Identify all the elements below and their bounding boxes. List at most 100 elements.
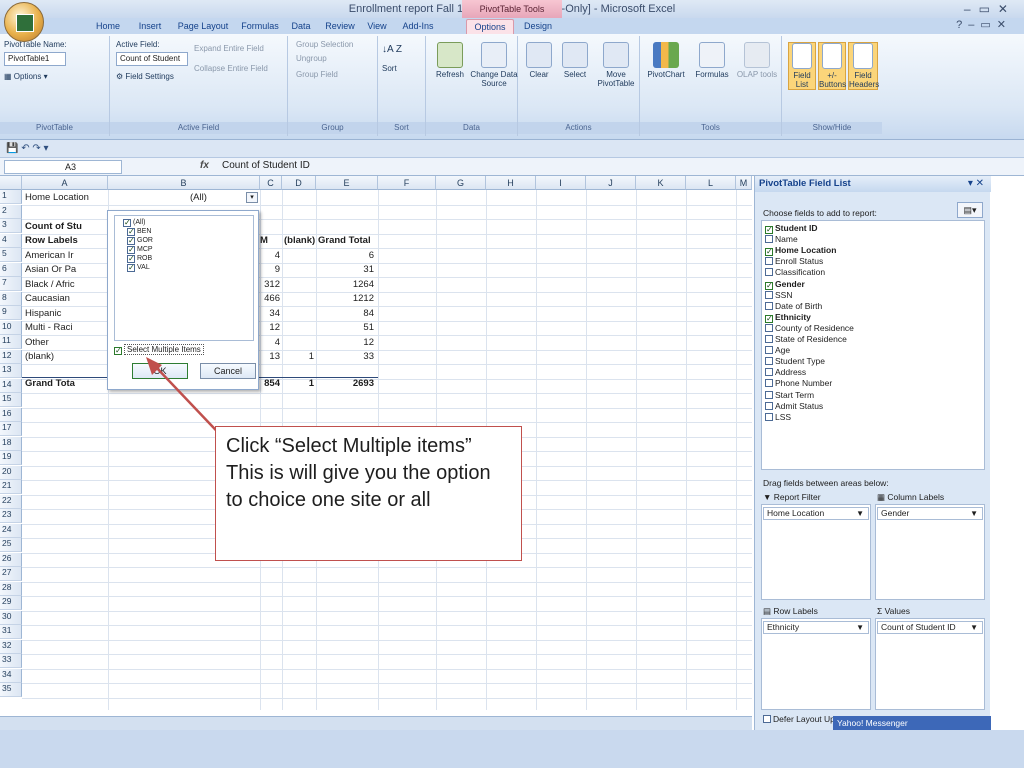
row-header[interactable]: 29 <box>0 596 22 611</box>
row-header[interactable]: 8 <box>0 291 22 306</box>
tab-page-layout[interactable]: Page Layout <box>172 19 234 34</box>
checkbox-checked-icon[interactable]: ✓ <box>127 246 135 254</box>
row-header[interactable]: 11 <box>0 335 22 350</box>
refresh-button[interactable]: Refresh <box>430 42 470 79</box>
checkbox-unchecked-icon[interactable] <box>765 301 773 310</box>
pivotchart-button[interactable]: PivotChart <box>644 42 688 79</box>
row-header[interactable]: 28 <box>0 581 22 596</box>
tab-insert[interactable]: Insert <box>130 19 170 34</box>
checkbox-unchecked-icon[interactable] <box>765 368 773 377</box>
olap-tools-button[interactable]: OLAP tools <box>736 42 778 79</box>
pivot-row-label[interactable]: Black / Afric <box>25 278 105 292</box>
row-header[interactable]: 2 <box>0 204 22 219</box>
col-header-g[interactable]: G <box>436 176 486 190</box>
pivot-cell-total[interactable]: 12 <box>318 336 374 350</box>
field-item[interactable]: LSS <box>765 412 791 423</box>
checkbox-checked-icon[interactable]: ✓ <box>127 237 135 245</box>
field-list-button[interactable]: Field List <box>788 42 816 90</box>
tab-home[interactable]: Home <box>88 19 128 34</box>
checkbox-unchecked-icon[interactable] <box>765 268 773 277</box>
pivot-cell-m[interactable]: 4 <box>258 249 280 263</box>
row-header[interactable]: 19 <box>0 451 22 466</box>
field-item[interactable]: County of Residence <box>765 323 854 334</box>
pivot-cell-blank[interactable] <box>284 292 314 306</box>
sheet-tabs-bar[interactable] <box>0 716 752 730</box>
row-header[interactable]: 17 <box>0 422 22 437</box>
checkbox-checked-icon[interactable]: ✓ <box>765 281 773 290</box>
group-field-button[interactable]: Group Field <box>296 70 338 79</box>
plus-minus-buttons-toggle[interactable]: +/- Buttons <box>818 42 846 90</box>
row-header[interactable]: 21 <box>0 480 22 495</box>
field-item[interactable]: Age <box>765 345 790 356</box>
pivot-row-label[interactable]: Asian Or Pa <box>25 263 105 277</box>
report-filter-field[interactable]: Home Location ▼ <box>763 507 869 520</box>
tab-data[interactable]: Data <box>286 19 316 34</box>
filter-item[interactable]: ✓ BEN <box>127 227 151 236</box>
grand-total-blank[interactable]: 1 <box>284 377 314 391</box>
tab-view[interactable]: View <box>362 19 392 34</box>
window-controls[interactable]: –▭✕ <box>964 2 1016 16</box>
row-header[interactable]: 26 <box>0 552 22 567</box>
row-header[interactable]: 23 <box>0 509 22 524</box>
field-item[interactable]: Phone Number <box>765 378 832 389</box>
checkbox-checked-icon[interactable]: ✓ <box>127 255 135 263</box>
save-undo-icons[interactable]: 💾 ↶ ↷ ▾ <box>6 143 49 154</box>
pivot-cell-blank[interactable]: 1 <box>284 350 314 364</box>
grand-total-total[interactable]: 2693 <box>318 377 374 391</box>
pivot-cell-blank[interactable] <box>284 321 314 335</box>
pivot-cell-total[interactable]: 1212 <box>318 292 374 306</box>
row-header[interactable]: 5 <box>0 248 22 263</box>
checkbox-checked-icon[interactable]: ✓ <box>765 248 773 257</box>
col-header-e[interactable]: E <box>316 176 378 190</box>
row-header[interactable]: 20 <box>0 465 22 480</box>
row-header[interactable]: 31 <box>0 625 22 640</box>
grand-total-m[interactable]: 854 <box>258 377 280 391</box>
checkbox-unchecked-icon[interactable] <box>765 357 773 366</box>
row-header[interactable]: 25 <box>0 538 22 553</box>
clear-button[interactable]: Clear <box>522 42 556 79</box>
filter-dropdown-button[interactable]: ▾ <box>246 192 258 203</box>
filter-item-list[interactable]: ✓ (All) ✓ BEN ✓ GOR ✓ MCP ✓ ROB ✓ VAL <box>114 215 254 341</box>
fx-icon[interactable]: fx <box>200 160 209 171</box>
checkbox-unchecked-icon[interactable] <box>765 290 773 299</box>
row-header[interactable]: 14 <box>0 378 22 393</box>
field-item[interactable]: Enroll Status <box>765 256 823 267</box>
tab-design[interactable]: Design <box>518 19 558 34</box>
row-header[interactable]: 35 <box>0 683 22 698</box>
checkbox-checked-icon[interactable]: ✓ <box>765 314 773 323</box>
col-header-d[interactable]: D <box>282 176 316 190</box>
field-list-layout-button[interactable]: ▤▾ <box>957 202 983 218</box>
pivot-cell-total[interactable]: 84 <box>318 307 374 321</box>
group-selection-button[interactable]: Group Selection <box>296 40 353 49</box>
checkbox-checked-icon[interactable]: ✓ <box>123 219 131 227</box>
checkbox-checked-icon[interactable]: ✓ <box>127 264 135 272</box>
col-header-b[interactable]: B <box>108 176 260 190</box>
collapse-entire-field-button[interactable]: Collapse Entire Field <box>194 64 268 73</box>
pivot-cell-m[interactable]: 466 <box>258 292 280 306</box>
pivot-row-label[interactable]: American Ir <box>25 249 105 263</box>
field-item[interactable]: Date of Birth <box>765 301 822 312</box>
row-header[interactable]: 22 <box>0 494 22 509</box>
pivot-cell-m[interactable]: 4 <box>258 336 280 350</box>
sort-button[interactable]: Sort <box>382 64 397 73</box>
help-controls[interactable]: ?–▭✕ <box>956 18 1012 31</box>
checkbox-unchecked-icon[interactable] <box>765 257 773 266</box>
row-header[interactable]: 4 <box>0 233 22 248</box>
quick-access-toolbar[interactable]: 💾 ↶ ↷ ▾ <box>0 140 1024 158</box>
pivot-cell-blank[interactable] <box>284 278 314 292</box>
col-header-c[interactable]: C <box>260 176 282 190</box>
field-item[interactable]: Start Term <box>765 390 814 401</box>
checkbox-unchecked-icon[interactable] <box>765 412 773 421</box>
filter-item[interactable]: ✓ GOR <box>127 236 153 245</box>
filter-item[interactable]: ✓ (All) <box>123 218 145 227</box>
checkbox-checked-icon[interactable]: ✓ <box>114 347 122 355</box>
checkbox-unchecked-icon[interactable] <box>765 390 773 399</box>
pivot-cell-m[interactable]: 312 <box>258 278 280 292</box>
formulas-button[interactable]: Formulas <box>690 42 734 79</box>
tab-review[interactable]: Review <box>320 19 360 34</box>
checkbox-unchecked-icon[interactable] <box>765 346 773 355</box>
pivot-cell-blank[interactable] <box>284 336 314 350</box>
options-button[interactable]: ▦ Options ▾ <box>4 72 48 81</box>
checkbox-checked-icon[interactable]: ✓ <box>127 228 135 236</box>
field-list-close-icon[interactable]: ▾ ✕ <box>968 178 984 189</box>
